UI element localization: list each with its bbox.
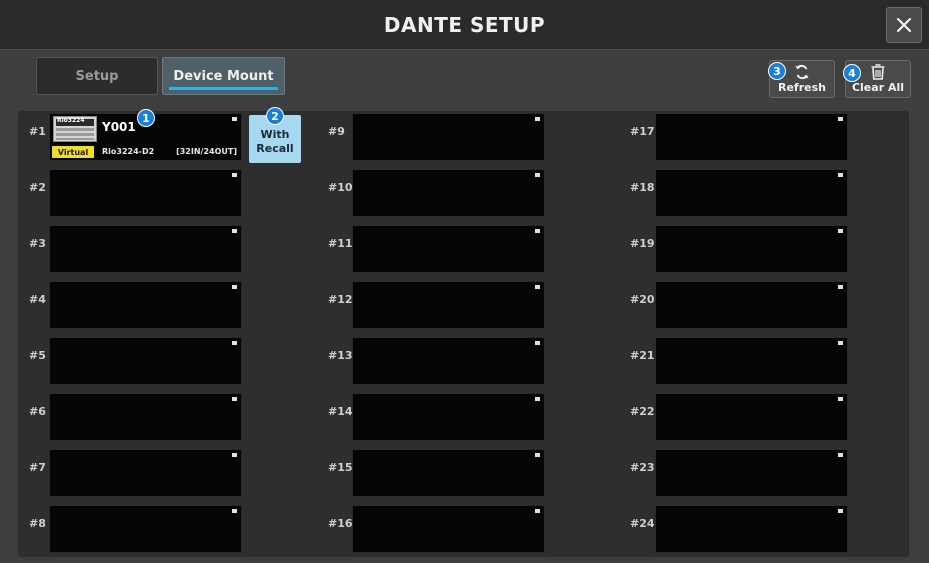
slot-7[interactable] (49, 449, 242, 497)
slot-label: #4 (29, 293, 46, 306)
refresh-label: Refresh (778, 81, 826, 94)
slot-menu-indicator (535, 453, 540, 457)
slot-menu-indicator (838, 285, 843, 289)
slot-menu-indicator (232, 229, 237, 233)
slot-18[interactable] (655, 169, 848, 217)
slot-label: #18 (630, 181, 655, 194)
virtual-badge: Virtual (52, 146, 94, 158)
callout-4: 4 (843, 64, 861, 82)
close-icon (896, 17, 912, 33)
slot-label: #19 (630, 237, 655, 250)
slot-label: #8 (29, 517, 46, 530)
tab-setup[interactable]: Setup (36, 57, 158, 95)
slot-17[interactable] (655, 113, 848, 161)
callout-1: 1 (137, 109, 155, 127)
slot-label: #7 (29, 461, 46, 474)
slot-label: #11 (328, 237, 353, 250)
slot-label: #9 (328, 125, 345, 138)
slot-label: #6 (29, 405, 46, 418)
with-recall-line2: Recall (256, 142, 294, 155)
trash-icon (871, 64, 885, 80)
slot-label: #14 (328, 405, 353, 418)
device-mount-grid: #1 Rio3224 Y001 Virtual Rio3224-D2 [32IN… (18, 107, 909, 557)
slot-13[interactable] (352, 337, 545, 385)
with-recall-line1: With (260, 128, 290, 141)
slot-label: #13 (328, 349, 353, 362)
slot-label: #15 (328, 461, 353, 474)
slot-menu-indicator (535, 509, 540, 513)
slot-label: #1 (29, 125, 46, 138)
slot-21[interactable] (655, 337, 848, 385)
slot-menu-indicator (232, 285, 237, 289)
slot-4[interactable] (49, 281, 242, 329)
slot-10[interactable] (352, 169, 545, 217)
slot-label: #21 (630, 349, 655, 362)
slot-menu-indicator (838, 229, 843, 233)
slot-menu-indicator (535, 173, 540, 177)
slot-12[interactable] (352, 281, 545, 329)
slot-menu-indicator (838, 117, 843, 121)
slot-14[interactable] (352, 393, 545, 441)
slot-22[interactable] (655, 393, 848, 441)
slot-menu-indicator (232, 453, 237, 457)
slot-label: #17 (630, 125, 655, 138)
slot-menu-indicator (535, 285, 540, 289)
main-panel: Setup Device Mount Refresh Clear All 3 4… (0, 51, 929, 563)
slot-label: #20 (630, 293, 655, 306)
clear-all-label: Clear All (851, 81, 905, 94)
slot-menu-indicator (838, 453, 843, 457)
slot-11[interactable] (352, 225, 545, 273)
slot-label: #5 (29, 349, 46, 362)
close-button[interactable] (886, 7, 922, 43)
callout-3: 3 (768, 62, 786, 80)
slot-label: #10 (328, 181, 353, 194)
slot-3[interactable] (49, 225, 242, 273)
slot-23[interactable] (655, 449, 848, 497)
slot-label: #16 (328, 517, 353, 530)
slot-menu-indicator (535, 117, 540, 121)
slot-menu-indicator (232, 341, 237, 345)
slot-menu-indicator (535, 229, 540, 233)
device-name: Y001 (102, 120, 136, 134)
slot-menu-indicator (838, 173, 843, 177)
slot-15[interactable] (352, 449, 545, 497)
slot-label: #12 (328, 293, 353, 306)
slot-menu-indicator (838, 341, 843, 345)
slot-6[interactable] (49, 393, 242, 441)
slot-19[interactable] (655, 225, 848, 273)
slot-menu-indicator (535, 341, 540, 345)
slot-menu-indicator (535, 397, 540, 401)
slot-menu-indicator (838, 397, 843, 401)
tab-device-mount[interactable]: Device Mount (162, 57, 285, 95)
active-tab-indicator (169, 87, 278, 90)
slot-label: #22 (630, 405, 655, 418)
device-thumb-text: Rio3224 (57, 117, 85, 124)
window-title: DANTE SETUP (383, 12, 546, 37)
slot-20[interactable] (655, 281, 848, 329)
slot-9[interactable] (352, 113, 545, 161)
slot-menu-indicator (232, 509, 237, 513)
device-thumbnail: Rio3224 (53, 116, 97, 142)
tab-device-mount-label: Device Mount (173, 68, 274, 84)
slot-menu-indicator (232, 173, 237, 177)
slot-menu-indicator (232, 397, 237, 401)
slot-2[interactable] (49, 169, 242, 217)
refresh-icon (795, 64, 809, 80)
slot-8[interactable] (49, 505, 242, 553)
slot-label: #3 (29, 237, 46, 250)
title-bar: DANTE SETUP (0, 0, 929, 50)
slot-16[interactable] (352, 505, 545, 553)
slot-label: #2 (29, 181, 46, 194)
slot-menu-indicator (838, 509, 843, 513)
device-model: Rio3224-D2 (102, 147, 155, 156)
slot-label: #23 (630, 461, 655, 474)
callout-2: 2 (266, 107, 284, 125)
slot-24[interactable] (655, 505, 848, 553)
slot-label: #24 (630, 517, 655, 530)
slot-5[interactable] (49, 337, 242, 385)
device-io-count: [32IN/24OUT] (176, 147, 237, 156)
slot-menu-indicator (232, 117, 237, 121)
